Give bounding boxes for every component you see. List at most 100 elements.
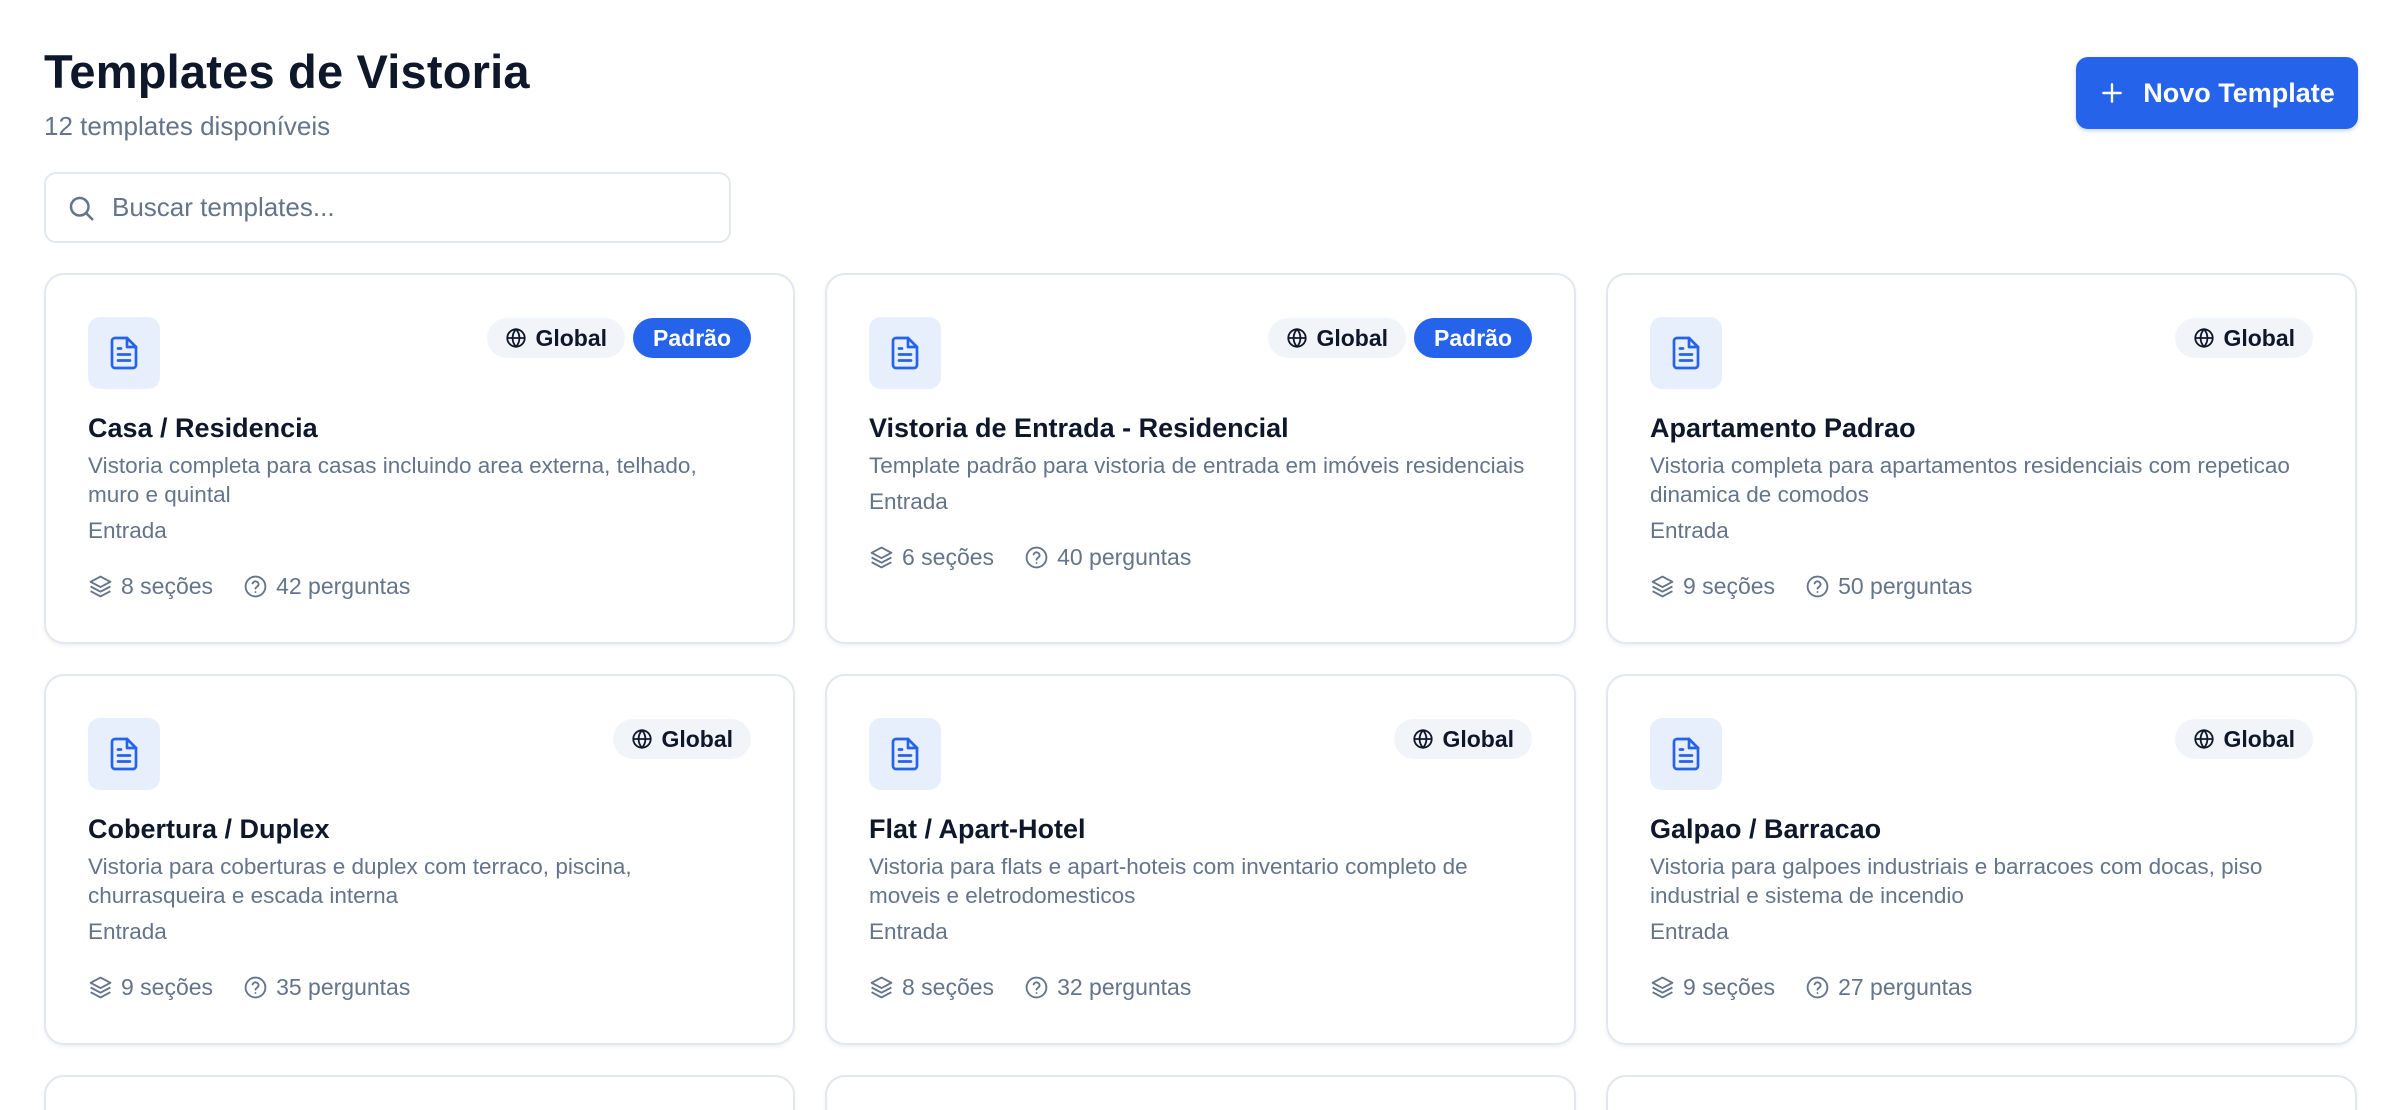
layers-icon (1651, 976, 1674, 999)
help-circle-icon (1806, 575, 1829, 598)
help-circle-icon (244, 976, 267, 999)
template-card[interactable]: Global Apartamento Padrao Vistoria compl… (1606, 273, 2357, 644)
sections-count: 6 seções (869, 544, 994, 571)
sections-count: 8 seções (869, 974, 994, 1001)
help-circle-icon (1025, 976, 1048, 999)
badges: Global Padrão (1268, 318, 1532, 358)
help-circle-icon (1025, 546, 1048, 569)
template-card[interactable] (44, 1075, 795, 1110)
template-meta: 9 seções 50 perguntas (1650, 573, 2313, 600)
template-card[interactable] (825, 1075, 1576, 1110)
template-icon-box (88, 317, 160, 389)
template-meta: 9 seções 27 perguntas (1650, 974, 2313, 1001)
scope-label: Global (1316, 324, 1389, 351)
badges: Global (2175, 318, 2313, 358)
template-icon-box (1650, 718, 1722, 790)
layers-icon (870, 546, 893, 569)
scope-label: Global (2223, 725, 2295, 752)
template-icon-box (869, 718, 941, 790)
template-description: Vistoria para galpoes industriais e barr… (1650, 854, 2263, 908)
questions-count: 27 perguntas (1805, 974, 1972, 1001)
template-title: Vistoria de Entrada - Residencial (869, 413, 1289, 443)
file-text-icon (110, 737, 138, 771)
template-meta: 9 seções 35 perguntas (88, 974, 751, 1001)
template-description: Vistoria completa para apartamentos resi… (1650, 453, 2290, 507)
template-icon-box (88, 718, 160, 790)
template-card[interactable]: Global Galpao / Barracao Vistoria para g… (1606, 674, 2357, 1045)
templates-page: Templates de Vistoria 12 templates dispo… (0, 0, 2400, 1110)
search-box[interactable] (44, 172, 731, 243)
template-title: Flat / Apart-Hotel (869, 814, 1086, 844)
file-text-icon (891, 737, 919, 771)
templates-count: 12 templates disponíveis (44, 111, 331, 141)
default-badge: Padrão (633, 318, 751, 358)
scope-label: Global (2223, 324, 2295, 351)
template-card[interactable]: Global Padrão Casa / Residencia Vistoria… (44, 273, 795, 644)
new-template-button[interactable]: Novo Template (2076, 57, 2358, 129)
template-icon-box (869, 317, 941, 389)
template-type: Entrada (1650, 518, 1729, 543)
template-meta: 8 seções 42 perguntas (88, 573, 751, 600)
template-card[interactable] (1606, 1075, 2357, 1110)
file-text-icon (110, 336, 138, 370)
template-card[interactable]: Global Padrão Vistoria de Entrada - Resi… (825, 273, 1576, 644)
template-card[interactable]: Global Cobertura / Duplex Vistoria para … (44, 674, 795, 1045)
globe-icon (632, 728, 653, 750)
template-title: Cobertura / Duplex (88, 814, 330, 844)
scope-badge: Global (1394, 719, 1532, 759)
badges: Global (2175, 719, 2313, 759)
questions-count: 35 perguntas (243, 974, 410, 1001)
template-title: Galpao / Barracao (1650, 814, 1882, 844)
scope-label: Global (1442, 725, 1514, 752)
layers-icon (89, 976, 112, 999)
help-circle-icon (244, 575, 267, 598)
search-input[interactable] (112, 192, 672, 223)
help-circle-icon (1806, 976, 1829, 999)
sections-count: 9 seções (1650, 974, 1775, 1001)
file-text-icon (891, 336, 919, 370)
template-type: Entrada (1650, 919, 1729, 944)
layers-icon (89, 575, 112, 598)
badges: Global (613, 719, 751, 759)
page-title: Templates de Vistoria (44, 45, 530, 98)
sections-count: 9 seções (88, 974, 213, 1001)
template-description: Vistoria para coberturas e duplex com te… (88, 854, 632, 908)
scope-label: Global (535, 324, 608, 351)
template-type: Entrada (869, 919, 948, 944)
scope-badge: Global (487, 318, 626, 358)
search-icon (69, 196, 94, 220)
scope-badge: Global (1268, 318, 1407, 358)
questions-count: 50 perguntas (1805, 573, 1972, 600)
scope-badge: Global (2175, 318, 2313, 358)
layers-icon (870, 976, 893, 999)
questions-count: 32 perguntas (1024, 974, 1191, 1001)
badges: Global (1394, 719, 1532, 759)
sections-count: 9 seções (1650, 573, 1775, 600)
templates-grid: Global Padrão Casa / Residencia Vistoria… (44, 273, 2358, 1110)
new-template-label: Novo Template (2143, 77, 2335, 108)
globe-icon (1287, 327, 1308, 349)
globe-icon (2194, 728, 2215, 750)
template-title: Apartamento Padrao (1650, 413, 1916, 443)
globe-icon (1413, 728, 1434, 750)
template-type: Entrada (88, 919, 167, 944)
plus-icon (2102, 83, 2123, 103)
template-card[interactable]: Global Flat / Apart-Hotel Vistoria para … (825, 674, 1576, 1045)
template-type: Entrada (88, 518, 167, 543)
scope-badge: Global (2175, 719, 2313, 759)
scope-badge: Global (613, 719, 751, 759)
globe-icon (2194, 327, 2215, 349)
template-type: Entrada (869, 489, 948, 514)
template-description: Template padrão para vistoria de entrada… (869, 453, 1525, 478)
template-title: Casa / Residencia (88, 413, 318, 443)
layers-icon (1651, 575, 1674, 598)
badges: Global Padrão (487, 318, 751, 358)
template-meta: 6 seções 40 perguntas (869, 544, 1532, 571)
sections-count: 8 seções (88, 573, 213, 600)
page-header: Templates de Vistoria 12 templates dispo… (44, 42, 530, 142)
template-icon-box (1650, 317, 1722, 389)
template-meta: 8 seções 32 perguntas (869, 974, 1532, 1001)
template-description: Vistoria para flats e apart-hoteis com i… (869, 854, 1468, 908)
file-text-icon (1672, 336, 1700, 370)
default-badge: Padrão (1414, 318, 1532, 358)
